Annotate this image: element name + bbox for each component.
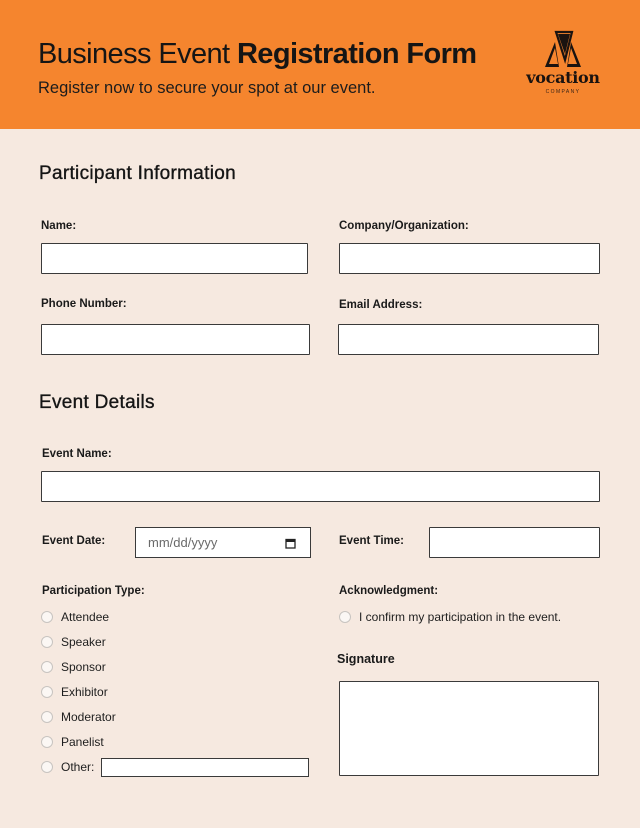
radio-button[interactable] bbox=[41, 661, 53, 673]
acknowledgment-option[interactable]: I confirm my participation in the event. bbox=[339, 610, 561, 624]
option-label: Panelist bbox=[61, 735, 104, 749]
option-label: Attendee bbox=[61, 610, 110, 624]
company-logo: vocation COMPANY bbox=[518, 30, 608, 100]
section-title-event: Event Details bbox=[39, 392, 155, 413]
radio-button[interactable] bbox=[41, 636, 53, 648]
radio-button[interactable] bbox=[41, 686, 53, 698]
page-title: Business Event Registration Form bbox=[38, 38, 477, 71]
event-date-input[interactable]: mm/dd/yyyy bbox=[135, 527, 311, 558]
option-label: Moderator bbox=[61, 710, 116, 724]
radio-button[interactable] bbox=[41, 611, 53, 623]
acknowledgment-label: Acknowledgment: bbox=[339, 585, 439, 597]
logo-wordmark: vocation bbox=[526, 68, 600, 87]
form-header: Business Event Registration Form Registe… bbox=[0, 0, 640, 129]
phone-label: Phone Number: bbox=[41, 298, 127, 310]
acknowledgment-text: I confirm my participation in the event. bbox=[359, 610, 562, 624]
company-input[interactable] bbox=[339, 243, 600, 274]
radio-button[interactable] bbox=[41, 736, 53, 748]
section-title-participant: Participant Information bbox=[39, 163, 236, 184]
page-subtitle: Register now to secure your spot at our … bbox=[38, 79, 376, 97]
title-light: Business Event bbox=[38, 38, 237, 70]
participation-option-other[interactable]: Other: bbox=[41, 760, 94, 774]
radio-button[interactable] bbox=[339, 611, 351, 623]
participation-option-attendee[interactable]: Attendee bbox=[41, 610, 109, 624]
email-input[interactable] bbox=[338, 324, 599, 355]
participation-option-moderator[interactable]: Moderator bbox=[41, 710, 116, 724]
radio-button[interactable] bbox=[41, 761, 53, 773]
option-label: Speaker bbox=[61, 635, 106, 649]
participation-option-exhibitor[interactable]: Exhibitor bbox=[41, 685, 108, 699]
participation-option-panelist[interactable]: Panelist bbox=[41, 735, 104, 749]
event-date-label: Event Date: bbox=[42, 535, 106, 547]
participation-option-speaker[interactable]: Speaker bbox=[41, 635, 106, 649]
event-time-input[interactable] bbox=[429, 527, 600, 558]
company-label: Company/Organization: bbox=[339, 220, 469, 232]
calendar-icon[interactable] bbox=[285, 538, 296, 549]
name-input[interactable] bbox=[41, 243, 308, 274]
event-time-label: Event Time: bbox=[339, 535, 404, 547]
name-label: Name: bbox=[41, 220, 77, 232]
logo-tagline: COMPANY bbox=[545, 89, 581, 95]
phone-input[interactable] bbox=[41, 324, 310, 355]
signature-label: Signature bbox=[337, 652, 395, 666]
option-label: Exhibitor bbox=[61, 685, 108, 699]
participation-type-label: Participation Type: bbox=[42, 585, 145, 597]
event-name-input[interactable] bbox=[41, 471, 600, 502]
email-label: Email Address: bbox=[339, 299, 423, 311]
other-input[interactable] bbox=[101, 758, 309, 777]
radio-button[interactable] bbox=[41, 711, 53, 723]
participation-option-sponsor[interactable]: Sponsor bbox=[41, 660, 106, 674]
event-name-label: Event Name: bbox=[42, 448, 112, 460]
date-placeholder: mm/dd/yyyy bbox=[148, 535, 218, 550]
title-bold: Registration Form bbox=[236, 38, 477, 70]
vocation-logo-icon bbox=[545, 30, 581, 67]
signature-box[interactable] bbox=[339, 681, 599, 776]
option-label: Other: bbox=[61, 760, 95, 774]
option-label: Sponsor bbox=[61, 660, 106, 674]
